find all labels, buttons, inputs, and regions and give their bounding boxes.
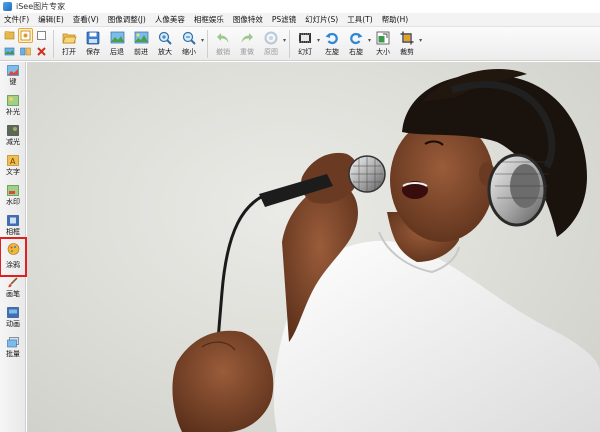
crop-dropdown-arrow[interactable]: ▾ bbox=[419, 37, 422, 44]
svg-text:A: A bbox=[10, 157, 16, 166]
sidebar-item-fill-light[interactable]: 补光 bbox=[1, 95, 25, 117]
crop-icon bbox=[400, 31, 414, 44]
menu-bar: 文件(F) 编辑(E) 查看(V) 图像调整(J) 人像美容 相框娱乐 图像特效… bbox=[0, 13, 600, 27]
rotate-right-icon bbox=[350, 32, 363, 44]
doodle-icon bbox=[7, 243, 19, 255]
zoom-out-icon bbox=[182, 31, 196, 45]
animation-icon bbox=[7, 307, 19, 318]
image-edit-icon bbox=[20, 30, 31, 41]
toolbar-separator bbox=[207, 30, 209, 58]
back-photo-icon bbox=[110, 31, 124, 44]
title-bar: iSee图片专家 bbox=[0, 0, 600, 13]
menu-tools[interactable]: 工具(T) bbox=[347, 14, 372, 25]
zoom-in-icon bbox=[158, 31, 172, 45]
thumbnail-icon bbox=[4, 47, 15, 56]
slideshow-icon bbox=[299, 32, 312, 43]
redo-icon bbox=[241, 33, 254, 43]
thumbnail-mode-button[interactable] bbox=[2, 44, 17, 59]
compare-icon bbox=[20, 47, 31, 56]
edit-mode-button[interactable] bbox=[18, 28, 33, 43]
rotate-left-icon bbox=[325, 32, 338, 44]
window-title: iSee图片专家 bbox=[16, 2, 66, 11]
menu-image-effects[interactable]: 图像特效 bbox=[233, 14, 263, 25]
text-icon: A bbox=[7, 155, 19, 166]
open-button[interactable]: 打开 bbox=[58, 27, 80, 57]
menu-file[interactable]: 文件(F) bbox=[4, 14, 29, 25]
original-button[interactable]: 原图 bbox=[260, 27, 282, 57]
one-key-icon bbox=[7, 65, 19, 76]
slideshow-button[interactable]: 幻灯 bbox=[294, 27, 316, 57]
original-dropdown-arrow[interactable]: ▾ bbox=[283, 37, 286, 44]
undo-button[interactable]: 撤销 bbox=[212, 27, 234, 57]
sidebar-item-text[interactable]: A 文字 bbox=[1, 155, 25, 177]
slideshow-dropdown-arrow[interactable]: ▾ bbox=[317, 37, 320, 44]
rotate-dropdown-arrow[interactable]: ▾ bbox=[368, 37, 371, 44]
photo-singer-with-microphone bbox=[172, 69, 600, 432]
zoom-out-button[interactable]: 缩小 bbox=[178, 27, 200, 57]
sidebar-item-one-key[interactable]: 键 bbox=[1, 65, 25, 87]
browse-mode-button[interactable] bbox=[2, 28, 17, 43]
compare-mode-button[interactable] bbox=[18, 44, 33, 59]
sidebar-item-doodle[interactable]: 涂鸦 bbox=[0, 237, 27, 277]
back-button[interactable]: 后退 bbox=[106, 27, 128, 57]
toolbar-separator bbox=[289, 30, 291, 58]
folder-tree-icon bbox=[4, 31, 15, 40]
zoom-dropdown-arrow[interactable]: ▾ bbox=[201, 37, 204, 44]
redo-button[interactable]: 重做 bbox=[236, 27, 258, 57]
watermark-icon bbox=[7, 185, 19, 196]
view-mode-buttons bbox=[0, 27, 50, 60]
sidebar-item-watermark[interactable]: 水印 bbox=[1, 185, 25, 207]
menu-edit[interactable]: 编辑(E) bbox=[38, 14, 64, 25]
undo-icon bbox=[217, 33, 229, 43]
menu-frame-fun[interactable]: 相框娱乐 bbox=[194, 14, 224, 25]
forward-photo-icon bbox=[134, 31, 148, 44]
menu-help[interactable]: 帮助(H) bbox=[382, 14, 409, 25]
fill-light-icon bbox=[7, 95, 19, 106]
menu-portrait-beauty[interactable]: 人像美容 bbox=[155, 14, 185, 25]
photo-frame-icon bbox=[7, 215, 19, 226]
open-folder-icon bbox=[62, 33, 76, 43]
close-icon bbox=[37, 47, 46, 56]
forward-button[interactable]: 前进 bbox=[130, 27, 152, 57]
menu-view[interactable]: 查看(V) bbox=[73, 14, 99, 25]
blank-mode-button[interactable] bbox=[34, 28, 49, 43]
sidebar-item-photo-frame[interactable]: 相框 bbox=[1, 215, 25, 237]
sidebar-item-batch[interactable]: 批量 bbox=[1, 337, 25, 359]
rotate-left-button[interactable]: 左旋 bbox=[321, 27, 343, 57]
sidebar-item-animation[interactable]: 动画 bbox=[1, 307, 25, 329]
sidebar-item-reduce-light[interactable]: 减光 bbox=[1, 125, 25, 147]
tool-sidebar: 键 补光 减光 A 文字 水印 相框 涂鸦 画笔 动画 批量 bbox=[0, 62, 27, 432]
brush-icon bbox=[8, 277, 18, 288]
menu-image-adjust[interactable]: 图像调整(J) bbox=[108, 14, 146, 25]
close-image-button[interactable] bbox=[34, 44, 49, 59]
rotate-right-button[interactable]: 右旋 bbox=[345, 27, 367, 57]
sidebar-item-brush[interactable]: 画笔 bbox=[1, 277, 25, 299]
menu-slideshow[interactable]: 幻灯片(S) bbox=[305, 14, 338, 25]
batch-icon bbox=[7, 337, 19, 348]
save-disk-icon bbox=[86, 31, 100, 44]
resize-icon bbox=[376, 31, 390, 44]
image-canvas[interactable] bbox=[27, 62, 600, 432]
blank-page-icon bbox=[37, 31, 46, 40]
crop-button[interactable]: 裁剪 bbox=[396, 27, 418, 57]
toolbar: 打开 保存 后退 前进 放大 缩小 ▾ 撤销 重做 原图 ▾ 幻灯 ▾ 左旋 右… bbox=[0, 27, 600, 61]
original-icon bbox=[264, 31, 278, 44]
resize-button[interactable]: 大小 bbox=[372, 27, 394, 57]
zoom-in-button[interactable]: 放大 bbox=[154, 27, 176, 57]
app-logo-icon bbox=[3, 2, 12, 11]
reduce-light-icon bbox=[7, 125, 19, 136]
toolbar-separator bbox=[53, 30, 54, 58]
save-button[interactable]: 保存 bbox=[82, 27, 104, 57]
menu-ps-filters[interactable]: PS滤镜 bbox=[272, 14, 296, 25]
